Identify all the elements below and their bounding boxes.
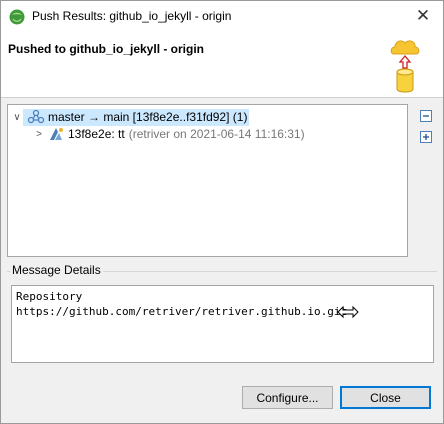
message-details-label: Message Details [10,263,103,277]
title-bar: Push Results: github_io_jekyll - origin … [1,1,443,32]
message-line-1: Repository [16,290,83,303]
expand-toggle-icon[interactable]: > [33,129,45,140]
app-icon [9,9,25,25]
window-title: Push Results: github_io_jekyll - origin [32,9,232,23]
push-results-tree[interactable]: ∨ master → main [13f8e2e..f31fd92] (1) >… [7,104,408,257]
header-banner: Pushed to github_io_jekyll - origin [1,32,443,98]
message-line-2: https://github.com/retriver/retriver.git… [16,305,348,318]
tree-row-branch-selection: master → main [13f8e2e..f31fd92] (1) [23,108,250,126]
expand-all-icon[interactable] [419,130,433,144]
banner-title: Pushed to github_io_jekyll - origin [8,42,205,56]
message-details-text[interactable]: Repository https://github.com/retriver/r… [11,285,434,363]
branch-mapping-label: master → main [13f8e2e..f31fd92] (1) [48,110,248,124]
close-button[interactable]: Close [340,386,431,409]
collapse-all-icon[interactable] [419,109,433,123]
expand-toggle-icon[interactable]: ∨ [11,112,23,123]
push-cloud-icon [390,40,420,93]
tree-row-branch[interactable]: ∨ master → main [13f8e2e..f31fd92] (1) [11,108,250,126]
commit-label: 13f8e2e: tt [68,127,125,141]
commit-detail: (retriver on 2021-06-14 11:16:31) [128,127,305,141]
commit-icon [50,128,63,140]
window-close-button[interactable]: ✕ [403,1,443,31]
push-results-dialog: Push Results: github_io_jekyll - origin … [0,0,444,424]
branch-icon [27,109,45,124]
resize-cursor-icon [337,305,359,319]
message-details-group: Message Details Repository https://githu… [7,263,437,369]
configure-button[interactable]: Configure... [242,386,333,409]
tree-row-commit[interactable]: > 13f8e2e: tt (retriver on 2021-06-14 11… [33,125,305,143]
